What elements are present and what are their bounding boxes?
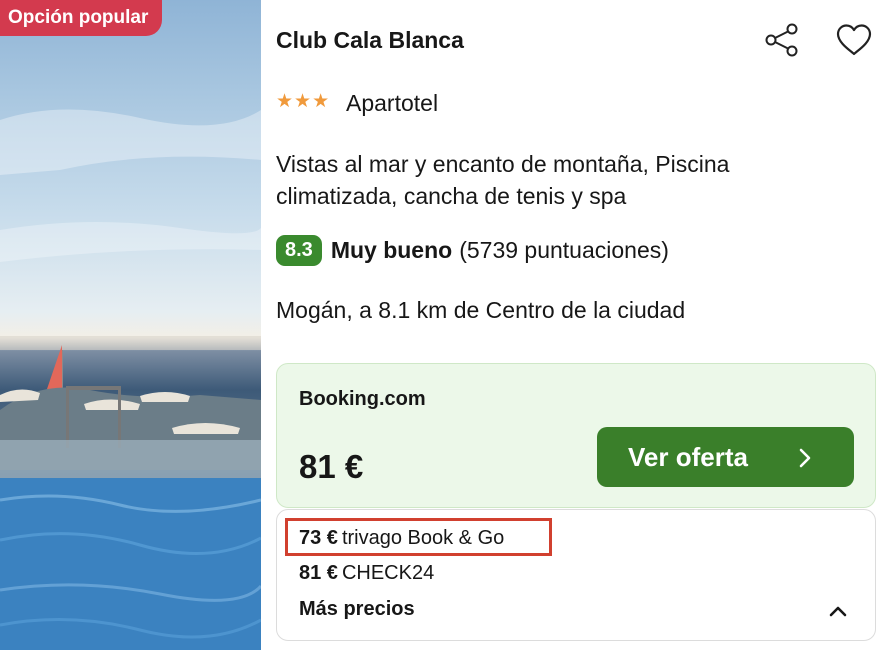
rating-score-badge: 8.3 xyxy=(276,235,322,266)
star-icon: ★ xyxy=(276,91,294,112)
hotel-description: Vistas al mar y encanto de montaña, Pisc… xyxy=(276,151,730,209)
star-icon: ★ xyxy=(294,91,312,112)
hotel-location: Mogán, a 8.1 km de Centro de la ciudad xyxy=(276,297,686,323)
offer-price: 81 € xyxy=(299,562,338,584)
hotel-photo-scene xyxy=(0,109,261,650)
view-offer-button[interactable]: Ver oferta xyxy=(597,427,854,487)
hotel-photo[interactable]: Opción popular xyxy=(0,0,261,650)
hotel-name[interactable]: Club Cala Blanca xyxy=(276,27,464,54)
offer-price: 73 € xyxy=(299,527,338,549)
deal-price: 81 € xyxy=(299,448,364,485)
favorite-button[interactable] xyxy=(833,19,875,61)
more-prices-toggle[interactable]: Más precios xyxy=(299,598,415,621)
star-rating: ★ ★ ★ xyxy=(276,92,329,112)
popular-choice-badge: Opción popular xyxy=(0,0,163,36)
top-deal-card[interactable]: Booking.com 81 € Ver oferta xyxy=(276,363,876,508)
collapse-button[interactable] xyxy=(823,598,853,624)
other-offers-panel: 73 € trivago Book & Go 81 € CHECK24 Más pr… xyxy=(276,509,876,641)
rating-label: Muy bueno xyxy=(330,237,453,263)
guest-rating[interactable]: 8.3 Muy bueno (5739 puntuaciones) xyxy=(276,235,669,266)
deal-provider: Booking.com xyxy=(299,388,426,410)
offer-provider: CHECK24 xyxy=(341,562,435,584)
offer-row[interactable]: 81 € CHECK24 xyxy=(299,562,434,585)
property-type: Apartotel xyxy=(346,90,439,116)
heart-icon xyxy=(836,24,872,56)
share-icon xyxy=(765,23,798,57)
view-offer-label: Ver oferta xyxy=(628,441,748,472)
popular-choice-label: Opción popular xyxy=(8,7,149,28)
star-icon: ★ xyxy=(312,91,330,112)
share-button[interactable] xyxy=(762,20,802,60)
rating-count: (5739 puntuaciones) xyxy=(459,237,669,263)
chevron-right-icon xyxy=(799,448,811,468)
chevron-up-icon xyxy=(829,606,847,617)
offer-row[interactable]: 73 € trivago Book & Go xyxy=(299,527,504,550)
offer-provider: trivago Book & Go xyxy=(341,527,505,549)
